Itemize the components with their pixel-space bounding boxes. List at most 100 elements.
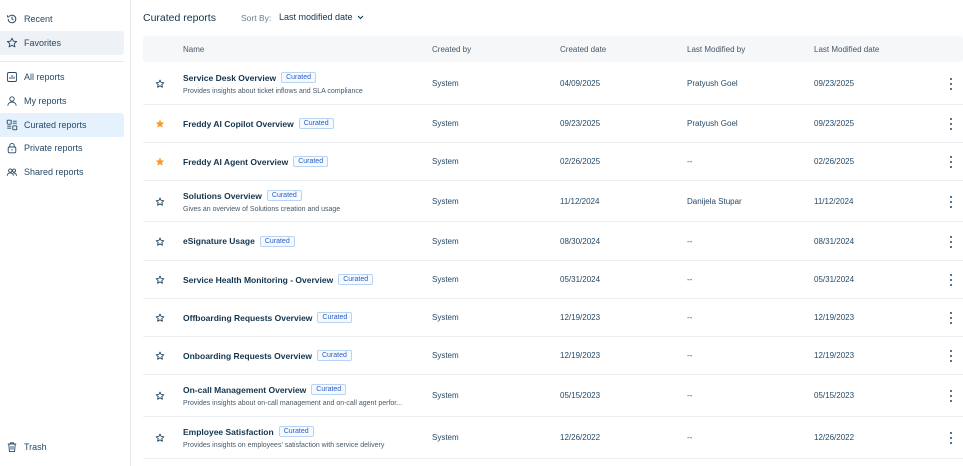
more-actions-icon[interactable]	[949, 432, 953, 444]
created-by-cell: System	[432, 433, 459, 442]
star-outline-icon[interactable]	[155, 313, 165, 323]
created-by-cell: System	[432, 79, 459, 88]
user-icon	[6, 95, 18, 107]
table-row[interactable]: Employee Satisfaction Curated Provides i…	[143, 417, 963, 459]
table-row[interactable]: On-call Management Overview Curated Prov…	[143, 375, 963, 417]
column-header-modified-date[interactable]: Last Modified date	[814, 45, 879, 54]
curated-badge: Curated	[259, 235, 295, 247]
report-name[interactable]: eSignature Usage	[183, 236, 255, 246]
sidebar: Recent Favorites All reports My reports …	[0, 0, 131, 466]
report-name-group: Employee Satisfaction Curated	[183, 426, 314, 437]
modified-by-cell: --	[687, 157, 693, 166]
report-name[interactable]: Service Health Monitoring - Overview	[183, 275, 333, 285]
created-date-cell: 04/09/2025	[560, 79, 601, 88]
more-actions-icon[interactable]	[949, 390, 953, 402]
sidebar-item-label: Shared reports	[24, 167, 84, 177]
table-row[interactable]: eSignature Usage Curated System 08/30/20…	[143, 222, 963, 261]
table-row[interactable]: Service Desk Overview Curated Provides i…	[143, 63, 963, 105]
sidebar-item-trash[interactable]: Trash	[0, 435, 124, 459]
more-actions-icon[interactable]	[949, 156, 953, 168]
more-actions-icon[interactable]	[949, 274, 953, 286]
report-description: Provides insights on employees' satisfac…	[183, 442, 385, 449]
curated-badge: Curated	[316, 350, 352, 361]
created-date-cell: 11/12/2024	[560, 196, 600, 206]
table-row[interactable]: Service Health Monitoring - Overview Cur…	[143, 261, 963, 299]
modified-by-cell: --	[687, 275, 693, 284]
sidebar-item-my-reports[interactable]: My reports	[0, 89, 124, 113]
report-name[interactable]: Offboarding Requests Overview	[183, 313, 312, 323]
report-name-group: eSignature Usage Curated	[183, 235, 295, 247]
star-outline-icon[interactable]	[155, 391, 165, 401]
created-by-cell: System	[432, 196, 459, 206]
report-name[interactable]: On-call Management Overview	[183, 385, 306, 395]
report-name[interactable]: Freddy AI Agent Overview	[183, 157, 288, 167]
table-row[interactable]: Onboarding Requests Overview Curated Sys…	[143, 337, 963, 375]
sidebar-item-label: All reports	[24, 72, 65, 82]
modified-by-cell: --	[687, 313, 693, 322]
report-name[interactable]: Onboarding Requests Overview	[183, 351, 312, 361]
modified-by-cell: --	[687, 236, 693, 246]
sidebar-item-curated-reports[interactable]: Curated reports	[0, 113, 124, 137]
column-header-name[interactable]: Name	[183, 45, 204, 54]
more-actions-icon[interactable]	[949, 118, 953, 130]
star-outline-icon[interactable]	[155, 79, 165, 89]
report-description: Provides insights about on-call manageme…	[183, 400, 403, 407]
star-filled-icon[interactable]	[155, 157, 165, 167]
more-actions-icon[interactable]	[949, 350, 953, 362]
table-row[interactable]: Solutions Overview Curated Gives an over…	[143, 181, 963, 222]
sort-dropdown[interactable]: Last modified date	[279, 12, 364, 22]
created-date-cell: 12/19/2023	[560, 313, 601, 322]
report-name[interactable]: Freddy AI Copilot Overview	[183, 119, 294, 129]
star-filled-icon[interactable]	[155, 119, 165, 129]
sidebar-item-favorites[interactable]: Favorites	[0, 31, 124, 55]
modified-date-cell: 08/31/2024	[814, 236, 855, 246]
created-by-cell: System	[432, 351, 459, 360]
report-name-group: On-call Management Overview Curated	[183, 384, 347, 395]
modified-date-cell: 12/19/2023	[814, 313, 855, 322]
star-outline-icon[interactable]	[155, 197, 165, 207]
sidebar-item-private-reports[interactable]: Private reports	[0, 136, 124, 160]
created-date-cell: 05/31/2024	[560, 275, 601, 284]
table-row[interactable]: Offboarding Requests Overview Curated Sy…	[143, 299, 963, 337]
created-date-cell: 12/26/2022	[560, 433, 601, 442]
report-name[interactable]: Solutions Overview	[183, 191, 262, 201]
reports-icon	[6, 71, 18, 83]
modified-by-cell: --	[687, 433, 693, 442]
star-outline-icon[interactable]	[155, 237, 165, 247]
modified-by-cell: --	[687, 391, 693, 400]
modified-by-cell: --	[687, 351, 693, 360]
created-by-cell: System	[432, 236, 459, 246]
curated-badge: Curated	[298, 118, 334, 129]
created-by-cell: System	[432, 313, 459, 322]
star-outline-icon	[6, 37, 18, 49]
modified-date-cell: 05/15/2023	[814, 391, 855, 400]
chevron-down-icon	[357, 15, 363, 19]
more-actions-icon[interactable]	[949, 235, 953, 248]
report-name-group: Service Desk Overview Curated	[183, 72, 316, 83]
page-title: Curated reports	[143, 12, 216, 24]
star-outline-icon[interactable]	[155, 351, 165, 361]
sidebar-item-all-reports[interactable]: All reports	[0, 65, 124, 89]
sidebar-item-recent[interactable]: Recent	[0, 7, 124, 31]
report-name-group: Freddy AI Copilot Overview Curated	[183, 118, 334, 129]
star-outline-icon[interactable]	[155, 433, 165, 443]
report-name-group: Service Health Monitoring - Overview Cur…	[183, 274, 374, 285]
sidebar-divider	[0, 61, 124, 62]
curated-badge: Curated	[266, 190, 302, 201]
table-row[interactable]: Freddy AI Agent Overview Curated System …	[143, 143, 963, 181]
report-name[interactable]: Employee Satisfaction	[183, 427, 274, 437]
sidebar-item-shared-reports[interactable]: Shared reports	[0, 160, 124, 184]
report-name[interactable]: Service Desk Overview	[183, 73, 276, 83]
curated-badge: Curated	[293, 156, 329, 167]
more-actions-icon[interactable]	[949, 195, 953, 208]
star-outline-icon[interactable]	[155, 275, 165, 285]
more-actions-icon[interactable]	[949, 78, 953, 90]
column-header-created-by[interactable]: Created by	[432, 45, 471, 54]
column-header-modified-by[interactable]: Last Modified by	[687, 45, 745, 54]
sidebar-item-label: Favorites	[24, 38, 62, 48]
report-name-group: Offboarding Requests Overview Curated	[183, 312, 353, 323]
table-row[interactable]: Freddy AI Copilot Overview Curated Syste…	[143, 105, 963, 143]
column-header-created-date[interactable]: Created date	[560, 45, 606, 54]
more-actions-icon[interactable]	[949, 312, 953, 324]
modified-date-cell: 12/19/2023	[814, 351, 855, 360]
